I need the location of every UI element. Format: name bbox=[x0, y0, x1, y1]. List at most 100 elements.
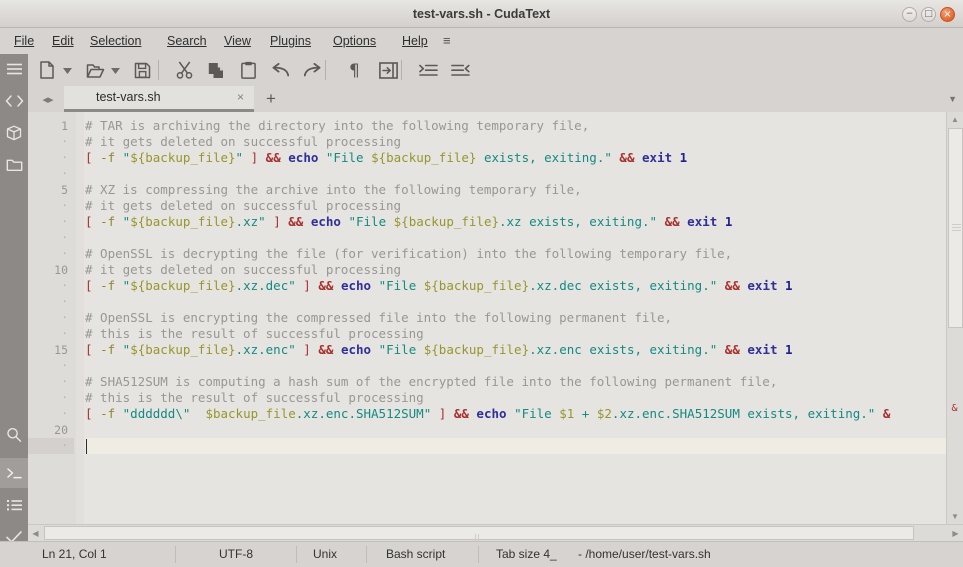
copy-button[interactable] bbox=[203, 57, 229, 83]
horizontal-scrollbar-thumb[interactable] bbox=[44, 526, 914, 561]
cut-button[interactable] bbox=[171, 57, 197, 83]
menu-options[interactable]: Options bbox=[327, 28, 382, 54]
status-line-endings[interactable]: Unix bbox=[313, 542, 337, 567]
new-file-dropdown-chevron-down-icon[interactable] bbox=[62, 66, 72, 76]
status-separator-1 bbox=[175, 546, 176, 563]
status-tabsize[interactable]: Tab size 4_ bbox=[496, 542, 557, 567]
rail-menu-icon[interactable] bbox=[0, 54, 28, 84]
status-lexer[interactable]: Bash script bbox=[386, 542, 445, 567]
vertical-scrollbar-thumb[interactable] bbox=[948, 128, 963, 328]
code-line[interactable]: [ -f "${backup_file}.xz" ] && echo "File… bbox=[85, 214, 963, 230]
svg-text:¶: ¶ bbox=[349, 62, 360, 79]
scroll-right-arrow-icon[interactable]: ▶ bbox=[948, 525, 963, 541]
vertical-scrollbar[interactable]: ▲ & ▼ bbox=[946, 112, 963, 524]
gutter-line-number: · bbox=[61, 199, 68, 212]
toolbar-separator-3 bbox=[401, 60, 402, 80]
scroll-up-arrow-icon[interactable]: ▲ bbox=[947, 112, 963, 127]
menu-view[interactable]: View bbox=[218, 28, 257, 54]
toolbar-separator-1 bbox=[158, 60, 159, 80]
menu-search[interactable]: Search bbox=[161, 28, 213, 54]
rail-search-icon[interactable] bbox=[0, 420, 28, 450]
code-line[interactable] bbox=[85, 294, 963, 310]
left-icon-rail bbox=[0, 54, 28, 566]
code-line[interactable] bbox=[85, 438, 963, 454]
unindent-button[interactable] bbox=[447, 57, 473, 83]
close-icon: × bbox=[943, 9, 952, 20]
code-line[interactable]: # TAR is archiving the directory into th… bbox=[85, 118, 963, 134]
menubar: File Edit Selection Search View Plugins … bbox=[0, 28, 963, 54]
code-line[interactable]: # this is the result of successful proce… bbox=[85, 326, 963, 342]
rail-package-icon[interactable] bbox=[0, 118, 28, 148]
status-separator-4 bbox=[478, 546, 479, 563]
text-caret bbox=[86, 439, 87, 454]
main-toolbar: ¶ bbox=[28, 54, 963, 86]
status-caret-position[interactable]: Ln 21, Col 1 bbox=[42, 542, 107, 567]
code-line[interactable]: [ -f "${backup_file}.xz.enc" ] && echo "… bbox=[85, 342, 963, 358]
code-line[interactable]: # it gets deleted on successful processi… bbox=[85, 134, 963, 150]
code-line[interactable]: # OpenSSL is decrypting the file (for ve… bbox=[85, 246, 963, 262]
code-line[interactable] bbox=[85, 230, 963, 246]
menu-selection[interactable]: Selection bbox=[84, 28, 147, 54]
toggle-panel-button[interactable] bbox=[375, 57, 401, 83]
gutter-line-number: · bbox=[61, 391, 68, 404]
rail-terminal-icon[interactable] bbox=[0, 458, 28, 488]
undo-button[interactable] bbox=[267, 57, 293, 83]
code-line[interactable]: # XZ is compressing the archive into the… bbox=[85, 182, 963, 198]
code-line[interactable]: [ -f "dddddd\" $backup_file.xz.enc.SHA51… bbox=[85, 406, 963, 422]
scroll-down-arrow-icon[interactable]: ▼ bbox=[947, 509, 963, 524]
code-editor[interactable]: 1 · · · 5 · · · · 10 · · · · 15 · · · · 20 · # TAR is archiv… bbox=[28, 112, 963, 524]
open-file-dropdown-chevron-down-icon[interactable] bbox=[110, 66, 120, 76]
tab-scroll-nav-icon[interactable]: ◂▸ bbox=[38, 90, 58, 108]
menu-file[interactable]: File bbox=[8, 28, 40, 54]
horizontal-scrollbar[interactable]: ◀ ▶ bbox=[28, 524, 963, 561]
menu-overflow-icon[interactable]: ≡ bbox=[437, 28, 457, 54]
code-line[interactable]: [ -f "${backup_file}" ] && echo "File ${… bbox=[85, 150, 963, 166]
rail-folder-icon[interactable] bbox=[0, 150, 28, 180]
gutter-line-number: · bbox=[61, 151, 68, 164]
code-text-area[interactable]: # TAR is archiving the directory into th… bbox=[85, 112, 963, 524]
code-line[interactable]: # it gets deleted on successful processi… bbox=[85, 198, 963, 214]
scroll-left-arrow-icon[interactable]: ◀ bbox=[28, 525, 43, 541]
tab-close-icon[interactable]: × bbox=[237, 86, 244, 109]
rail-code-icon[interactable] bbox=[0, 86, 28, 116]
gutter-line-number: · bbox=[61, 135, 68, 148]
status-encoding[interactable]: UTF-8 bbox=[219, 542, 253, 567]
save-file-button[interactable] bbox=[129, 57, 155, 83]
gutter-line-number: · bbox=[61, 167, 68, 180]
code-line[interactable]: # this is the result of successful proce… bbox=[85, 390, 963, 406]
window-minimize-button[interactable]: − bbox=[902, 7, 917, 22]
minimize-icon: − bbox=[905, 9, 914, 19]
menu-selection-label: Selection bbox=[90, 34, 142, 48]
code-line[interactable] bbox=[85, 358, 963, 374]
code-line[interactable]: [ -f "${backup_file}.xz.dec" ] && echo "… bbox=[85, 278, 963, 294]
gutter-line-number: · bbox=[61, 279, 68, 292]
gutter-line-number: · bbox=[61, 231, 68, 244]
rail-list-icon[interactable] bbox=[0, 490, 28, 520]
menu-options-label: Options bbox=[333, 34, 377, 48]
tab-test-vars-sh[interactable]: test-vars.sh × bbox=[64, 86, 254, 112]
new-file-button[interactable] bbox=[34, 57, 60, 83]
menu-plugins[interactable]: Plugins bbox=[264, 28, 317, 54]
code-line[interactable]: # OpenSSL is encrypting the compressed f… bbox=[85, 310, 963, 326]
indent-button[interactable] bbox=[415, 57, 441, 83]
window-maximize-button[interactable]: □ bbox=[921, 7, 936, 22]
gutter-line-number: · bbox=[61, 407, 68, 420]
menu-edit[interactable]: Edit bbox=[46, 28, 80, 54]
editor-tabbar: ◂▸ test-vars.sh × + ▼ bbox=[28, 86, 963, 112]
code-line[interactable]: # it gets deleted on successful processi… bbox=[85, 262, 963, 278]
paste-button[interactable] bbox=[235, 57, 261, 83]
code-line[interactable]: # SHA512SUM is computing a hash sum of t… bbox=[85, 374, 963, 390]
show-marks-button[interactable]: ¶ bbox=[343, 57, 369, 83]
gutter-line-number: · bbox=[61, 327, 68, 340]
menu-help[interactable]: Help bbox=[396, 28, 434, 54]
new-tab-plus-icon[interactable]: + bbox=[266, 86, 276, 112]
code-line[interactable] bbox=[85, 422, 963, 438]
scrollbar-grip bbox=[952, 224, 961, 231]
scrollbar-minimap-marker: & bbox=[951, 403, 958, 414]
code-line[interactable] bbox=[85, 166, 963, 182]
window-close-button[interactable]: × bbox=[940, 7, 955, 22]
open-file-button[interactable] bbox=[82, 57, 108, 83]
redo-button[interactable] bbox=[299, 57, 325, 83]
fold-column[interactable] bbox=[76, 112, 84, 524]
tabbar-menu-chevron-down-icon[interactable]: ▼ bbox=[948, 86, 957, 112]
